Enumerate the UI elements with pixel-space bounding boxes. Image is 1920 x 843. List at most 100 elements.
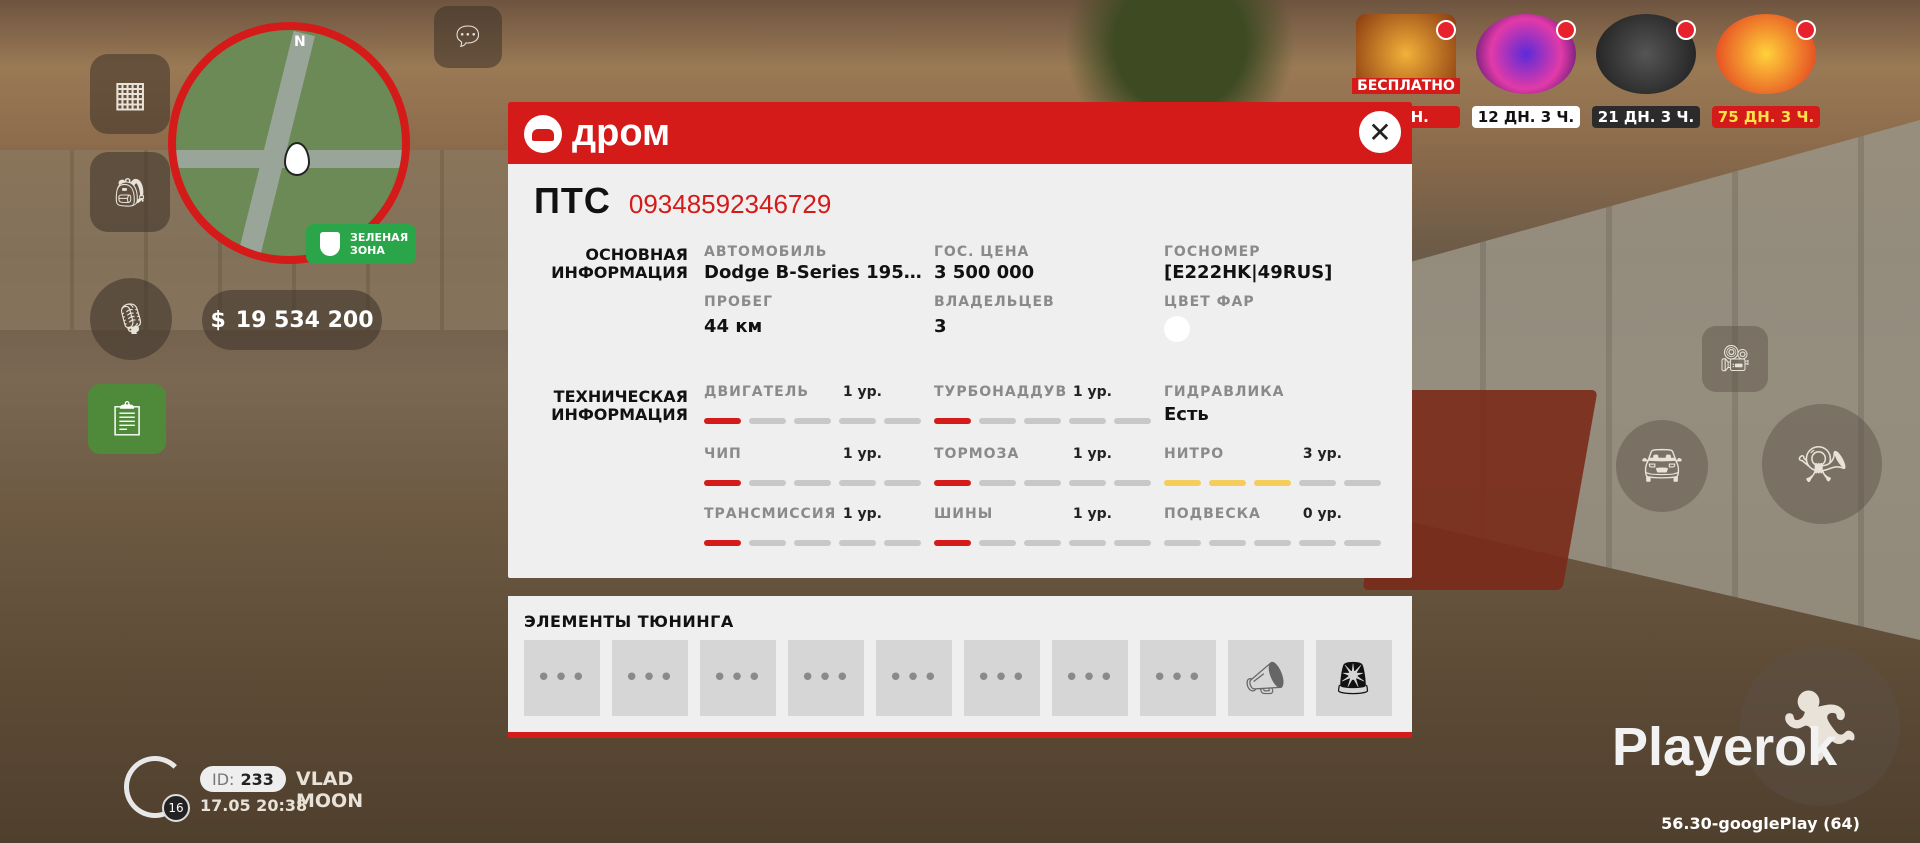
car-icon: 🚘︎ — [1640, 446, 1684, 486]
chat-button[interactable]: 💬︎ — [434, 6, 502, 68]
tuning-title: ЭЛЕМЕНТЫ ТЮНИНГА — [524, 612, 734, 631]
basic-info-title: ОСНОВНАЯ ИНФОРМАЦИЯ — [551, 245, 688, 282]
level-segment — [1299, 540, 1336, 546]
level-segment — [704, 540, 741, 546]
level-segment — [1024, 418, 1061, 424]
promo-drag-racing[interactable]: 21 ДН. 3 Ч. — [1592, 14, 1700, 128]
zone-badge: ЗЕЛЕНАЯ ЗОНА — [306, 224, 416, 264]
level-segment — [1024, 480, 1061, 486]
tuning-slot-empty[interactable]: ••• — [1052, 640, 1128, 716]
tech-caption: НИТРО — [1164, 446, 1225, 462]
level-segment — [794, 418, 831, 424]
horn-action-button[interactable]: 📯︎ — [1762, 404, 1882, 524]
field-value: 3 — [934, 316, 947, 337]
chat-bubble-icon: 💬︎ — [451, 22, 485, 52]
promo-bonus-level[interactable]: 12 ДН. 3 Ч. — [1472, 14, 1580, 128]
level-segment — [1164, 540, 1201, 546]
player-profile: 16 ID: 233 VLAD MOON 17.05 20:38 — [124, 756, 424, 822]
brand-logo: дром — [524, 112, 670, 155]
money-amount: 19 534 200 — [235, 307, 374, 333]
tasks-button[interactable]: 📋︎ — [88, 384, 166, 454]
more-dots-icon: ••• — [711, 663, 764, 693]
tuning-panel: ЭЛЕМЕНТЫ ТЮНИНГА ••• ••• ••• ••• ••• ••• ••• ••… — [508, 596, 1412, 738]
promo-free-tag: БЕСПЛАТНО — [1352, 78, 1460, 94]
camera-button[interactable]: 🎥︎ — [1702, 326, 1768, 392]
siren-icon: 🚨︎ — [1332, 659, 1376, 697]
tuning-slot-empty[interactable]: ••• — [788, 640, 864, 716]
level-segment — [1164, 480, 1201, 486]
inventory-button[interactable]: 🎒︎ — [90, 152, 170, 232]
headlight-color-swatch — [1164, 316, 1190, 342]
promo-chupa-chups[interactable]: 75 ДН. 3 Ч. — [1712, 14, 1820, 128]
level-segment — [934, 540, 971, 546]
level-segment — [1344, 540, 1381, 546]
promo-timer: 12 ДН. 3 Ч. — [1472, 106, 1580, 128]
horn-icon: 📣︎ — [1244, 659, 1288, 697]
field-caption: ПРОБЕГ — [704, 294, 774, 310]
player-marker-icon — [284, 142, 310, 176]
more-dots-icon: ••• — [1151, 663, 1204, 693]
player-id: 233 — [240, 769, 274, 789]
panel-header: дром — [508, 102, 1412, 164]
horn-icon: 📯︎ — [1794, 439, 1850, 490]
field-caption: ГОС. ЦЕНА — [934, 244, 1030, 260]
notification-dot — [1676, 20, 1696, 40]
notification-dot — [1556, 20, 1576, 40]
tech-caption: ПОДВЕСКА — [1164, 506, 1261, 522]
level-segment — [979, 418, 1016, 424]
close-button[interactable]: ✕ — [1356, 108, 1404, 156]
field-value: 44 км — [704, 316, 763, 337]
tuning-slot-empty[interactable]: ••• — [964, 640, 1040, 716]
version-label: 56.30-googlePlay (64) — [1661, 814, 1860, 833]
tuning-slot-empty[interactable]: ••• — [700, 640, 776, 716]
pts-header: ПТС 09348592346729 — [534, 180, 831, 222]
pts-number: 09348592346729 — [628, 189, 832, 219]
level-bar — [934, 480, 1151, 486]
tech-caption: ДВИГАТЕЛЬ — [704, 384, 810, 400]
field-value: [E222HK|49RUS] — [1164, 262, 1333, 283]
tuning-slot-empty[interactable]: ••• — [524, 640, 600, 716]
tuning-slot-empty[interactable]: ••• — [876, 640, 952, 716]
tech-level: 1 ур. — [1072, 446, 1112, 462]
level-segment — [1114, 418, 1151, 424]
money-display: $ 19 534 200 — [202, 290, 382, 350]
level-segment — [704, 418, 741, 424]
promo-timer: 75 ДН. 3 Ч. — [1712, 106, 1820, 128]
level-segment — [1024, 540, 1061, 546]
pts-label: ПТС — [534, 180, 611, 221]
player-name: VLAD MOON — [296, 768, 364, 812]
level-segment — [1069, 480, 1106, 486]
tuning-slot-empty[interactable]: ••• — [612, 640, 688, 716]
notification-dot — [1436, 20, 1456, 40]
level-segment — [839, 418, 876, 424]
promo-timer: 21 ДН. 3 Ч. — [1592, 106, 1700, 128]
level-segment — [1254, 540, 1291, 546]
grid-icon: ▦ — [112, 73, 147, 115]
level-segment — [934, 480, 971, 486]
background-tree — [1030, 0, 1330, 110]
tech-level: 1 ур. — [1072, 384, 1112, 400]
more-dots-icon: ••• — [887, 663, 940, 693]
car-action-button[interactable]: 🚘︎ — [1616, 420, 1708, 512]
level-segment — [884, 418, 921, 424]
tuning-slot-horn[interactable]: 📣︎ — [1228, 640, 1304, 716]
field-caption: ВЛАДЕЛЬЦЕВ — [934, 294, 1055, 310]
tech-level: 1 ур. — [842, 446, 882, 462]
level-segment — [1069, 418, 1106, 424]
player-id-pill: ID: 233 — [200, 766, 286, 792]
menu-grid-button[interactable]: ▦ — [90, 54, 170, 134]
level-segment — [839, 540, 876, 546]
money-symbol: $ — [210, 307, 226, 333]
event-promos: БЕСПЛАТНО МИН. 12 ДН. 3 Ч. 21 ДН. 3 Ч. 7… — [1352, 14, 1820, 128]
field-value: 3 500 000 — [934, 262, 1035, 283]
level-segment — [884, 480, 921, 486]
tech-caption: ТОРМОЗА — [934, 446, 1020, 462]
tuning-slot-empty[interactable]: ••• — [1140, 640, 1216, 716]
close-icon: ✕ — [1368, 115, 1392, 149]
level-segment — [749, 540, 786, 546]
more-dots-icon: ••• — [975, 663, 1028, 693]
tuning-slot-siren[interactable]: 🚨︎ — [1316, 640, 1392, 716]
level-bar — [704, 418, 921, 424]
voice-chat-button[interactable]: 🎙︎ — [90, 278, 172, 360]
level-segment — [839, 480, 876, 486]
